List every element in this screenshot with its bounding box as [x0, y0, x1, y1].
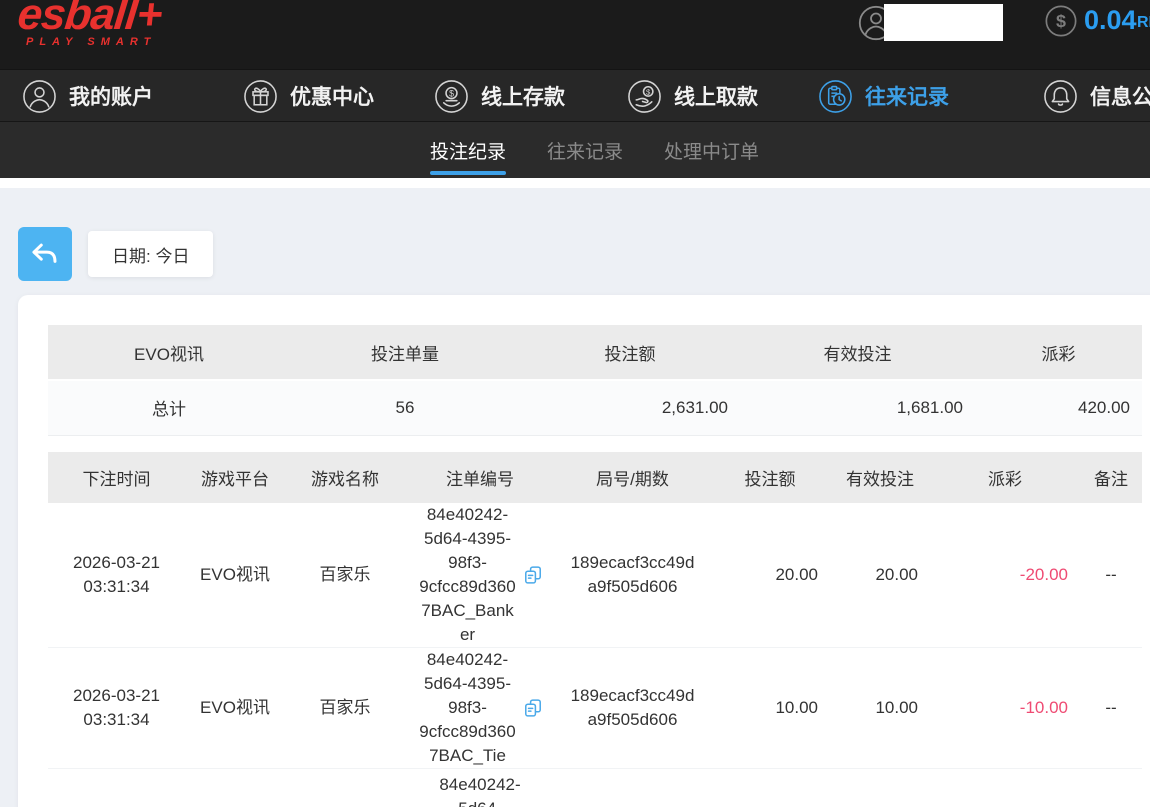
nav-label: 信息公告	[1090, 81, 1150, 111]
column-header-bet-id: 注单编号	[405, 452, 555, 503]
bet-id-text: 84e40242-5d64-4395-98f3-9cfcc89d3607BAC_…	[417, 648, 519, 768]
column-header-bet-time: 下注时间	[48, 452, 185, 503]
cell-payout: 420.00	[975, 380, 1142, 435]
summary-total-row: 总计 56 2,631.00 1,681.00 420.00	[48, 380, 1142, 435]
cell-round-id: 189ecacf3cc49da9f505d606	[555, 648, 710, 769]
page-content: 日期: 今日 EVO视讯 投注单量 投注额 有效投注 派彩	[0, 188, 1150, 807]
nav-item-transaction-records[interactable]: 往来记录	[818, 70, 949, 122]
cell-bet-time: 2026-03-21 03:31:34	[48, 648, 185, 769]
copy-icon[interactable]	[522, 564, 544, 586]
deposit-coin-icon: $	[434, 79, 469, 114]
cell-bet-id: 84e40242-5d64-4395-98f3-9cfcc89d3607BAC_…	[405, 648, 555, 769]
svg-text:$: $	[646, 87, 651, 96]
bell-icon	[1043, 79, 1078, 114]
cell-platform: EVO视讯	[185, 648, 285, 769]
tab-pending-orders[interactable]: 处理中订单	[664, 122, 759, 178]
main-nav: 我的账户 优惠中心 $	[0, 70, 1150, 122]
cell-valid-bet: 10.00	[830, 648, 930, 769]
clipboard-clock-icon	[818, 79, 853, 114]
column-header-payout: 派彩	[975, 325, 1142, 380]
table-row: 2026-03-21 03:31:34 EVO视讯 百家乐 84e40242-5…	[48, 648, 1142, 769]
cell-payout	[930, 769, 1080, 807]
bet-records-table: 下注时间 游戏平台 游戏名称 注单编号 局号/期数 投注额 有效投注 派彩 备注…	[48, 452, 1142, 807]
svg-text:$: $	[449, 88, 454, 98]
date-filter[interactable]: 日期: 今日	[88, 231, 213, 277]
bet-id-text: 84e40242-5d64-4395-98f3-9cfcc89d3607BAC_…	[417, 503, 519, 647]
cell-round-id: 189ecacf3cc49da9f505d606	[555, 503, 710, 648]
cell-payout: -10.00	[930, 648, 1080, 769]
cell-platform: EVO视讯	[185, 503, 285, 648]
column-header-round-id: 局号/期数	[555, 452, 710, 503]
column-header-platform: 游戏平台	[185, 452, 285, 503]
nav-label: 我的账户	[69, 81, 153, 111]
betting-records-page: esball+ PLAY SMART $ 0.04 RMB	[0, 0, 1150, 807]
cell-valid-bet: 20.00	[830, 503, 930, 648]
cell-bet-count: 56	[290, 380, 520, 435]
balance-amount[interactable]: 0.04	[1084, 5, 1137, 36]
column-header-payout: 派彩	[930, 452, 1080, 503]
nav-item-withdraw[interactable]: $ 线上取款	[627, 70, 758, 122]
back-button[interactable]	[18, 227, 72, 281]
cell-bet-id: 84e40242-5d64-4395-98f3-9cfcc89d3607BAC_…	[405, 503, 555, 648]
bet-id-text: 84e40242-5d64-	[429, 773, 531, 807]
nav-item-my-account[interactable]: 我的账户	[22, 70, 153, 122]
cell-round-id	[555, 769, 710, 807]
username-redacted	[884, 4, 1003, 41]
cell-total-label: 总计	[48, 380, 290, 435]
nav-label: 线上取款	[674, 81, 758, 111]
summary-table: EVO视讯 投注单量 投注额 有效投注 派彩 总计 56 2,631.00 1,…	[48, 325, 1142, 436]
tab-transaction-records[interactable]: 往来记录	[547, 122, 623, 178]
column-header-remark: 备注	[1080, 452, 1142, 503]
cell-bet-time	[48, 769, 185, 807]
withdraw-hand-icon: $	[627, 79, 662, 114]
cell-bet-id: 84e40242-5d64-	[405, 769, 555, 807]
cell-bet-amount: 20.00	[710, 503, 830, 648]
cell-platform	[185, 769, 285, 807]
user-icon	[22, 79, 57, 114]
nav-label: 往来记录	[865, 81, 949, 111]
cell-remark	[1080, 769, 1142, 807]
top-header: esball+ PLAY SMART $ 0.04 RMB	[0, 0, 1150, 70]
nav-item-announcements[interactable]: 信息公告	[1043, 70, 1150, 122]
cell-payout: -20.00	[930, 503, 1080, 648]
content-card: EVO视讯 投注单量 投注额 有效投注 派彩 总计 56 2,631.00 1,…	[18, 295, 1150, 807]
column-header-bet-amount: 投注额	[710, 452, 830, 503]
nav-item-deposit[interactable]: $ 线上存款	[434, 70, 565, 122]
cell-bet-amount: 2,631.00	[520, 380, 740, 435]
cell-remark: --	[1080, 503, 1142, 648]
tab-bet-records[interactable]: 投注纪录	[430, 122, 506, 178]
nav-label: 优惠中心	[290, 81, 374, 111]
cell-game-name	[285, 769, 405, 807]
column-header-valid-bet: 有效投注	[740, 325, 975, 380]
balance-currency: RMB	[1137, 14, 1150, 32]
column-header-game-name: 游戏名称	[285, 452, 405, 503]
table-row: 2026-03-21 03:31:34 EVO视讯 百家乐 84e40242-5…	[48, 503, 1142, 648]
bet-table-header-row: 下注时间 游戏平台 游戏名称 注单编号 局号/期数 投注额 有效投注 派彩 备注	[48, 452, 1142, 503]
column-header-valid-bet: 有效投注	[830, 452, 930, 503]
nav-item-promotions[interactable]: 优惠中心	[243, 70, 374, 122]
brand-logo[interactable]: esball+ PLAY SMART	[18, 0, 161, 48]
back-arrow-icon	[25, 234, 65, 274]
cell-bet-time: 2026-03-21 03:31:34	[48, 503, 185, 648]
dollar-circle-icon: $	[1044, 4, 1078, 38]
cell-game-name: 百家乐	[285, 648, 405, 769]
table-row: 84e40242-5d64-	[48, 769, 1142, 807]
svg-text:$: $	[1056, 11, 1066, 31]
column-header-provider: EVO视讯	[48, 325, 290, 380]
cell-remark: --	[1080, 648, 1142, 769]
gift-icon	[243, 79, 278, 114]
cell-valid-bet	[830, 769, 930, 807]
cell-bet-amount	[710, 769, 830, 807]
summary-header-row: EVO视讯 投注单量 投注额 有效投注 派彩	[48, 325, 1142, 380]
column-header-bet-amount: 投注额	[520, 325, 740, 380]
copy-icon[interactable]	[522, 697, 544, 719]
column-header-bet-count: 投注单量	[290, 325, 520, 380]
cell-valid-bet: 1,681.00	[740, 380, 975, 435]
sub-tab-bar: 投注纪录 往来记录 处理中订单	[0, 122, 1150, 178]
brand-logo-text: esball+	[15, 0, 163, 39]
nav-label: 线上存款	[481, 81, 565, 111]
cell-bet-amount: 10.00	[710, 648, 830, 769]
divider	[0, 178, 1150, 188]
cell-game-name: 百家乐	[285, 503, 405, 648]
